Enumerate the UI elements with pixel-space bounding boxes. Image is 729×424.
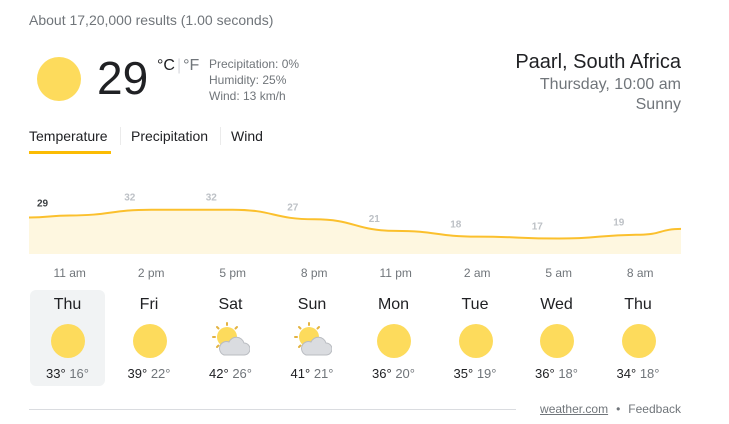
day-name: Tue	[461, 296, 489, 313]
day-tue[interactable]: Tue 35° 19°	[438, 290, 513, 386]
day-name: Wed	[540, 296, 573, 313]
day-name: Thu	[53, 296, 82, 313]
day-low: 21°	[313, 366, 334, 381]
day-name: Mon	[377, 296, 410, 313]
unit-toggle: °C | °F	[157, 57, 199, 75]
day-temps: 36° 20°	[356, 366, 431, 381]
precipitation-text: Precipitation: 0%	[209, 57, 300, 71]
sun-icon	[131, 322, 169, 360]
footer: weather.com • Feedback	[540, 402, 681, 416]
partly-cloudy-icon	[212, 322, 250, 356]
weather-details: Precipitation: 0% Humidity: 25% Wind: 13…	[209, 56, 299, 104]
temperature-data-label: 21	[369, 214, 381, 225]
fahrenheit-button[interactable]: °F	[183, 57, 199, 74]
day-low: 18°	[639, 366, 660, 381]
day-temps: 34° 18°	[601, 366, 676, 381]
day-mon[interactable]: Mon 36° 20°	[356, 290, 431, 386]
tab-wind[interactable]: Wind	[231, 128, 263, 144]
location-city[interactable]: Paarl, South Africa	[515, 49, 681, 75]
day-temps: 42° 26°	[193, 366, 268, 381]
footer-divider	[29, 409, 516, 410]
day-high: 33°	[46, 366, 66, 381]
day-temps: 33° 16°	[30, 366, 105, 381]
day-high: 41°	[290, 366, 311, 381]
hour-label: 5 am	[545, 266, 573, 280]
feedback-link[interactable]: Feedback	[628, 402, 681, 416]
day-high: 36°	[372, 366, 392, 381]
sun-icon	[457, 322, 495, 360]
day-name: Fri	[139, 296, 159, 313]
humidity-text: Humidity: 25%	[209, 73, 287, 87]
wind-text: Wind: 13 km/h	[209, 89, 286, 103]
day-temps: 35° 19°	[438, 366, 513, 381]
day-low: 22°	[150, 366, 171, 381]
temperature-data-label: 27	[287, 202, 299, 213]
source-link[interactable]: weather.com	[540, 402, 608, 416]
tab-divider	[220, 127, 221, 145]
sun-icon	[37, 57, 81, 101]
hour-label: 2 pm	[137, 266, 165, 280]
day-name: Thu	[624, 296, 652, 313]
results-stats: About 17,20,000 results (1.00 seconds)	[29, 12, 274, 28]
location-block: Paarl, South Africa Thursday, 10:00 am S…	[515, 49, 681, 115]
temperature-data-label: 17	[532, 222, 544, 233]
temperature-data-label: 19	[613, 218, 625, 229]
hour-label: 8 am	[626, 266, 654, 280]
celsius-button[interactable]: °C	[157, 57, 175, 74]
temperature-area	[29, 209, 681, 254]
day-low: 20°	[395, 366, 415, 381]
day-name: Sat	[218, 296, 243, 313]
day-low: 18°	[558, 366, 578, 381]
day-high: 35°	[453, 366, 474, 381]
day-low: 26°	[232, 366, 252, 381]
day-low: 19°	[476, 366, 497, 381]
unit-separator: |	[176, 57, 182, 74]
day-wed[interactable]: Wed 36° 18°	[519, 290, 594, 386]
day-high: 39°	[127, 366, 148, 381]
day-thu[interactable]: Thu 33° 16°	[30, 290, 105, 386]
partly-cloudy-icon	[293, 322, 332, 356]
temperature-data-label: 32	[206, 193, 218, 204]
sun-icon	[620, 322, 658, 360]
sun-icon	[538, 322, 576, 360]
hour-label: 2 am	[463, 266, 491, 280]
location-time: Thursday, 10:00 am	[539, 76, 681, 93]
daily-forecast: Thu 33° 16° Fri 39° 22° Sat 42° 26° Sun	[29, 290, 681, 386]
tab-precipitation[interactable]: Precipitation	[131, 128, 208, 144]
day-high: 36°	[535, 366, 555, 381]
temperature-data-label: 32	[124, 193, 136, 204]
footer-separator: •	[616, 402, 621, 416]
hour-label: 5 pm	[219, 266, 247, 280]
tab-divider	[120, 127, 121, 145]
temperature-data-label: 29	[37, 198, 49, 209]
day-high: 42°	[209, 366, 229, 381]
day-temps: 39° 22°	[112, 366, 187, 381]
day-low: 16°	[69, 366, 89, 381]
temperature-data-label: 18	[450, 220, 462, 231]
day-thu-next[interactable]: Thu 34° 18°	[601, 290, 676, 386]
day-fri[interactable]: Fri 39° 22°	[112, 290, 187, 386]
hour-axis: 11 am 2 pm 5 pm 8 pm 11 pm 2 am 5 am 8 a…	[29, 266, 681, 280]
sun-icon	[49, 322, 87, 360]
day-temps: 41° 21°	[275, 366, 350, 381]
hour-label: 11 pm	[379, 266, 412, 280]
current-temperature: 29	[97, 52, 149, 104]
location-condition: Sunny	[635, 96, 681, 113]
day-name: Sun	[297, 296, 327, 313]
day-high: 34°	[616, 366, 637, 381]
hour-label: 8 pm	[300, 266, 328, 280]
day-sun[interactable]: Sun 41° 21°	[275, 290, 350, 386]
hour-label: 11 am	[53, 266, 86, 280]
day-temps: 36° 18°	[519, 366, 594, 381]
day-sat[interactable]: Sat 42° 26°	[193, 290, 268, 386]
temperature-chart: 29 32 32 27 21 18 17 19	[29, 193, 681, 254]
sun-icon	[375, 322, 413, 360]
tab-temperature[interactable]: Temperature	[29, 128, 111, 154]
